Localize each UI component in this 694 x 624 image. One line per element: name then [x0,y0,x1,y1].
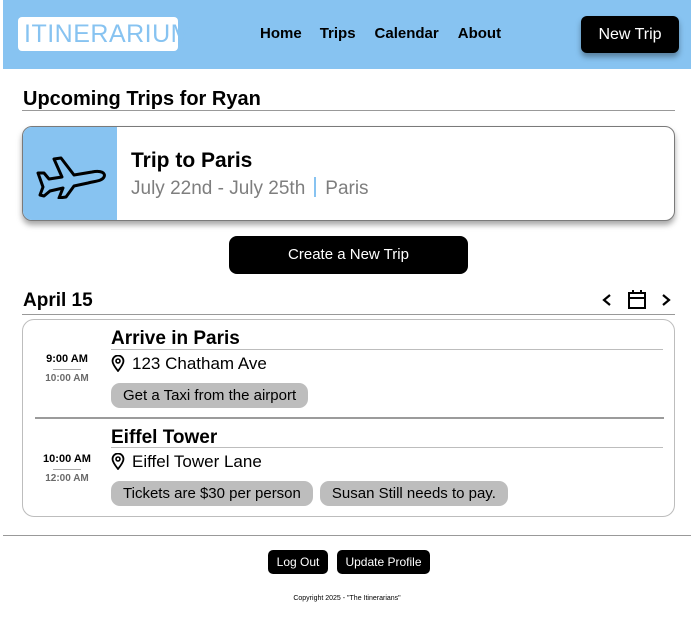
event-title-divider [111,447,663,448]
event-title-divider [111,349,663,350]
copyright-text: Copyright 2025 - "The Itinerarians" [293,595,401,602]
time-separator [53,469,81,470]
nav-about-link[interactable]: About [458,25,501,43]
event-location: Eiffel Tower Lane [111,452,262,472]
event-notes: Get a Taxi from the airport [111,383,309,408]
top-nav-bar: ITINERARIUM Home Trips Calendar About Ne… [3,0,691,69]
nav-calendar-link[interactable]: Calendar [375,25,439,43]
update-profile-button[interactable]: Update Profile [337,550,430,574]
chevron-left-icon[interactable] [601,293,613,307]
footer-divider [3,535,691,536]
event-note-tag: Tickets are $30 per person [111,481,313,506]
day-schedule: 9:00 AM 10:00 AM Arrive in Paris 123 Cha… [22,319,675,517]
calendar-icon[interactable] [627,289,647,310]
event-note-tag: Get a Taxi from the airport [111,383,309,408]
event-note-tag: Susan Still needs to pay. [319,481,508,506]
date-divider [22,314,675,315]
trip-details: July 22nd - July 25th Paris [131,177,369,200]
trip-title: Trip to Paris [131,149,253,172]
trip-card[interactable]: Trip to Paris July 22nd - July 25th Paris [22,126,675,221]
location-pin-icon [111,354,125,373]
trip-dates: July 22nd - July 25th [131,178,306,199]
schedule-date: April 15 [23,290,93,311]
event-end-time: 10:00 AM [45,373,89,384]
event-location-text: 123 Chatham Ave [132,354,267,373]
trip-detail-separator [314,177,317,197]
event-time: 10:00 AM 12:00 AM [26,453,108,484]
event-start-time: 9:00 AM [46,353,88,365]
app-logo[interactable]: ITINERARIUM [18,17,192,51]
nav-home-link[interactable]: Home [260,25,302,43]
heading-divider [22,110,675,111]
trip-icon-panel [23,127,117,220]
event-title: Eiffel Tower [111,427,218,448]
event-title: Arrive in Paris [111,328,240,349]
event-start-time: 10:00 AM [43,453,91,465]
new-trip-button[interactable]: New Trip [581,16,679,53]
event-time: 9:00 AM 10:00 AM [26,353,108,384]
log-out-button[interactable]: Log Out [268,550,328,574]
event-end-time: 12:00 AM [45,473,89,484]
upcoming-trips-heading: Upcoming Trips for Ryan [23,88,261,110]
trip-location: Paris [325,178,369,199]
time-separator [53,369,81,370]
event-notes: Tickets are $30 per person Susan Still n… [111,481,508,506]
airplane-icon [36,156,106,199]
event-location: 123 Chatham Ave [111,354,267,374]
main-nav: Home Trips Calendar About [260,25,501,43]
event-divider [35,417,664,419]
location-pin-icon [111,452,125,471]
nav-trips-link[interactable]: Trips [320,25,356,43]
chevron-right-icon[interactable] [660,293,672,307]
create-trip-button[interactable]: Create a New Trip [229,236,468,274]
event-location-text: Eiffel Tower Lane [132,452,262,471]
